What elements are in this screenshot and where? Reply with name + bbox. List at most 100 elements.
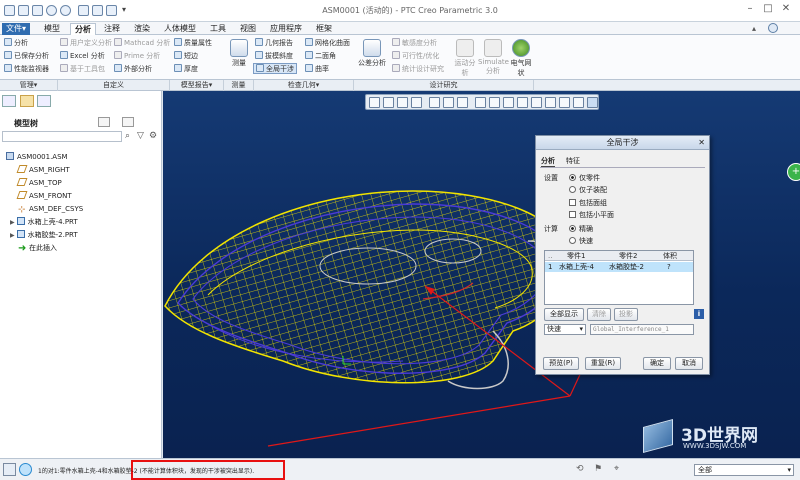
radio-quick[interactable]: 快速 (569, 236, 593, 246)
global-interference-button[interactable]: 全局干涉 (253, 63, 297, 74)
zoom-in-icon[interactable] (383, 97, 394, 108)
tree-item-part-1[interactable]: ▶ 水箱上壳-4.PRT (10, 216, 78, 228)
tab-analysis[interactable]: 分析 (70, 23, 96, 35)
info-icon[interactable]: i (694, 309, 704, 319)
tree-settings-icon[interactable] (98, 117, 110, 127)
toolkit-based-button[interactable]: 基于工具包 (60, 64, 105, 75)
short-edge-button[interactable]: 短边 (174, 51, 198, 62)
browser-icon[interactable] (19, 463, 32, 476)
expand-icon[interactable]: ▶ (10, 219, 15, 226)
tree-root[interactable]: ASM0001.ASM (6, 151, 68, 163)
sensitivity-analysis-button[interactable]: 敏感度分析 (392, 38, 437, 49)
mass-properties-button[interactable]: 质量属性 (174, 38, 212, 49)
tab-framework[interactable]: 框架 (312, 23, 336, 35)
ok-button[interactable]: 确定 (643, 357, 671, 370)
close-button[interactable]: ✕ (778, 3, 794, 17)
electrical-mesh-button[interactable]: 电气网状 (508, 39, 534, 78)
show-icon[interactable] (122, 117, 134, 127)
motion-analysis-button[interactable]: 运动分析 (452, 39, 478, 78)
statistical-design-study-button[interactable]: 统计设计研究 (392, 64, 444, 75)
group-manage[interactable]: 管理▾ (0, 80, 58, 91)
select-icon[interactable]: ⌖ (614, 463, 626, 475)
show-all-button[interactable]: 全部显示 (544, 308, 584, 321)
tab-annotate[interactable]: 注释 (100, 23, 124, 35)
tree-filters-icon[interactable]: ⚙ (149, 131, 159, 141)
preview-button[interactable]: 预览(P) (543, 357, 579, 370)
saved-orientations-icon[interactable] (443, 97, 454, 108)
flag-icon[interactable]: ⚑ (594, 463, 606, 475)
radio-subassemblies-only[interactable]: 仅子装配 (569, 185, 607, 195)
dialog-close-icon[interactable]: ✕ (698, 136, 705, 150)
tab-manikin[interactable]: 人体模型 (160, 23, 200, 35)
datum-display-icon[interactable] (489, 97, 500, 108)
check-include-quilts[interactable]: 包括面组 (569, 198, 607, 208)
csys-display-icon[interactable] (545, 97, 556, 108)
selection-filter-select[interactable]: 全部 ▾ (694, 464, 794, 476)
prime-analysis-button[interactable]: Prime 分析 (114, 51, 160, 62)
radio-exact[interactable]: 精确 (569, 224, 593, 234)
cancel-button[interactable]: 取消 (675, 357, 703, 370)
point-display-icon[interactable] (531, 97, 542, 108)
geometry-report-button[interactable]: 几何报告 (255, 38, 293, 49)
mathcad-analysis-button[interactable]: Mathcad 分析 (114, 38, 170, 49)
tab-render[interactable]: 渲染 (130, 23, 154, 35)
tree-item-asm-front[interactable]: ASM_FRONT (16, 190, 72, 202)
favorites-icon[interactable] (37, 95, 51, 107)
tab-applications[interactable]: 应用程序 (266, 23, 306, 35)
repeat-button[interactable]: 重复(R) (585, 357, 621, 370)
help-icon[interactable] (768, 23, 778, 33)
quick-access-dropdown-icon[interactable]: ▾ (122, 5, 133, 16)
group-model-report[interactable]: 模型报告▾ (170, 80, 224, 91)
folder-browser-icon[interactable] (20, 95, 34, 107)
windows-icon[interactable] (92, 5, 103, 16)
measure-button[interactable]: 测量 (226, 39, 252, 68)
model-tree-tab-icon[interactable] (2, 95, 16, 107)
maximize-button[interactable]: □ (760, 3, 776, 17)
external-analysis-button[interactable]: 外部分析 (114, 64, 152, 75)
excel-analysis-button[interactable]: Excel 分析 (60, 51, 105, 62)
open-icon[interactable] (18, 5, 29, 16)
view-manager-icon[interactable] (457, 97, 468, 108)
user-defined-analysis-button[interactable]: 用户定义分析 (60, 38, 112, 49)
annotation-display-icon[interactable] (559, 97, 570, 108)
minimize-button[interactable]: – (742, 3, 758, 17)
tab-tools[interactable]: 工具 (206, 23, 230, 35)
tree-item-asm-def-csys[interactable]: ⊹ ASM_DEF_CSYS (18, 203, 83, 215)
toggle-navigator-icon[interactable] (3, 463, 16, 476)
dihedral-angle-button[interactable]: 二面角 (305, 51, 336, 62)
tree-item-asm-top[interactable]: ASM_TOP (16, 177, 62, 189)
tab-features-dlg[interactable]: 特征 (566, 156, 580, 166)
tree-search-input[interactable] (2, 131, 122, 142)
analysis-button[interactable]: 分析 (4, 38, 28, 49)
curvature-button[interactable]: 曲率 (305, 64, 329, 75)
project-button[interactable]: 投影 (614, 308, 638, 321)
table-row[interactable]: 1 水箱上壳-4 水箱胶垫-2 ? (545, 262, 693, 272)
filter-icon[interactable]: ▽ (137, 131, 147, 141)
simulate-analysis-button[interactable]: Simulate 分析 (478, 39, 509, 76)
plane-display-icon[interactable] (503, 97, 514, 108)
speed-select[interactable]: 快速 ▾ (544, 324, 586, 335)
save-icon[interactable] (32, 5, 43, 16)
regenerate-status-icon[interactable]: ⟲ (576, 463, 588, 475)
redo-icon[interactable] (60, 5, 71, 16)
saved-analysis-button[interactable]: 已保存分析 (4, 51, 49, 62)
search-icon[interactable]: ⌕ (125, 131, 135, 141)
expand-icon[interactable]: ▶ (10, 232, 15, 239)
analysis-name-field[interactable]: Global_Interference_1 (590, 324, 694, 335)
plus-icon[interactable]: + (787, 163, 800, 181)
tab-view[interactable]: 视图 (236, 23, 260, 35)
regenerate-icon[interactable] (78, 5, 89, 16)
mesh-surface-button[interactable]: 网格化曲面 (305, 38, 350, 49)
tab-analysis-dlg[interactable]: 分析 (541, 156, 555, 167)
tab-file[interactable]: 文件▾ (2, 23, 31, 35)
tolerance-analysis-button[interactable]: 公差分析 (357, 39, 387, 68)
refit-icon[interactable] (369, 97, 380, 108)
draft-button[interactable]: 拔模斜度 (255, 51, 293, 62)
perspective-icon[interactable] (475, 97, 486, 108)
tree-item-insert-here[interactable]: ➜ 在此插入 (18, 242, 57, 254)
collapse-ribbon-icon[interactable]: ▴ (752, 24, 762, 34)
feasibility-optimization-button[interactable]: 可行性/优化 (392, 51, 439, 62)
interference-display-icon[interactable] (587, 97, 598, 108)
new-icon[interactable] (4, 5, 15, 16)
display-style-icon[interactable] (429, 97, 440, 108)
